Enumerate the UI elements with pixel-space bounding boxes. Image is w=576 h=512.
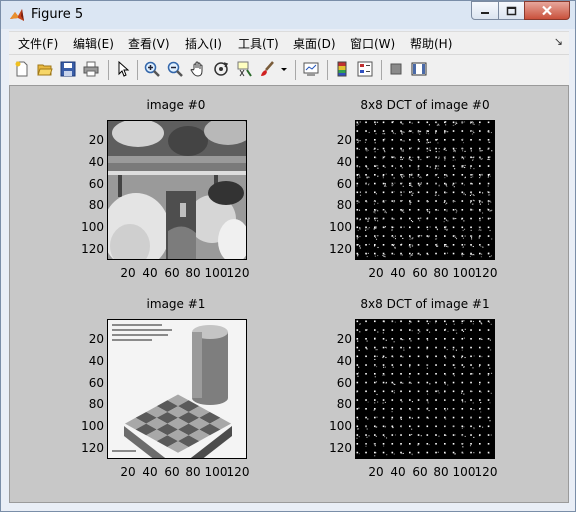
data-cursor-icon[interactable] (235, 60, 253, 78)
x-tick-label: 120 (474, 465, 498, 479)
toolbar (9, 54, 569, 86)
y-tick-label: 120 (329, 242, 352, 256)
x-tick-label: 120 (474, 266, 498, 280)
y-tick-label: 40 (88, 354, 104, 368)
minimize-icon (481, 11, 489, 14)
y-tick-label: 120 (329, 441, 352, 455)
dct-0-plot[interactable] (355, 120, 495, 260)
minimize-button[interactable] (471, 1, 499, 20)
dct-image (356, 320, 493, 457)
x-tick-label: 120 (226, 266, 250, 280)
pointer-icon[interactable] (114, 60, 132, 78)
y-tick-label: 80 (88, 397, 104, 411)
pan-icon[interactable] (189, 60, 207, 78)
image-1-plot[interactable] (107, 319, 247, 459)
axes-title: image #0 (146, 98, 206, 112)
matlab-icon (10, 9, 24, 21)
rotate-3d-icon[interactable] (212, 60, 230, 78)
link-plot-icon[interactable] (302, 60, 320, 78)
colorbar-icon[interactable] (333, 60, 351, 78)
show-plot-tools-icon[interactable] (410, 60, 428, 78)
axes-title: 8x8 DCT of image #0 (360, 98, 490, 112)
dct-1-plot[interactable] (355, 319, 495, 459)
menu-insert[interactable]: 插入(I) (185, 35, 222, 52)
y-tick-label: 60 (88, 376, 104, 390)
y-tick-label: 40 (88, 155, 104, 169)
brush-icon[interactable] (258, 60, 276, 78)
print-icon[interactable] (82, 60, 100, 78)
y-tick-label: 60 (88, 177, 104, 191)
figure-window: Figure 5 文件(F) 编辑(E) 查看(V) 插入(I) 工具(T) 桌… (0, 0, 576, 512)
y-tick-label: 80 (88, 198, 104, 212)
title-bar: Figure 5 (1, 1, 575, 29)
figure-canvas: image #0 20 40 60 80 100 120 20 40 60 80… (9, 85, 569, 503)
y-tick-label: 100 (81, 419, 104, 433)
close-icon (542, 5, 552, 16)
y-tick-label: 20 (88, 133, 104, 147)
axes-title: 8x8 DCT of image #1 (360, 297, 490, 311)
maximize-icon (506, 6, 517, 15)
toolbar-separator (108, 60, 109, 80)
y-tick-label: 40 (336, 354, 352, 368)
menu-edit[interactable]: 编辑(E) (73, 35, 114, 52)
y-tick-label: 60 (336, 177, 352, 191)
menu-window[interactable]: 窗口(W) (350, 35, 395, 52)
menu-bar: 文件(F) 编辑(E) 查看(V) 插入(I) 工具(T) 桌面(D) 窗口(W… (9, 31, 569, 54)
image-0-plot[interactable] (107, 120, 247, 260)
axes-title: image #1 (146, 297, 206, 311)
photo-image (108, 121, 246, 259)
toolbar-separator (295, 60, 296, 80)
y-tick-label: 40 (336, 155, 352, 169)
open-file-icon[interactable] (36, 60, 54, 78)
close-button[interactable] (524, 1, 570, 20)
toolbar-separator (381, 60, 382, 80)
checker-shadow-image (108, 320, 246, 458)
menu-help[interactable]: 帮助(H) (410, 35, 452, 52)
y-tick-label: 120 (81, 441, 104, 455)
hide-plot-tools-icon[interactable] (387, 60, 405, 78)
toolbar-separator (137, 60, 138, 80)
menu-overflow-icon[interactable]: ↘ (554, 35, 563, 48)
y-tick-label: 20 (336, 332, 352, 346)
y-tick-label: 100 (329, 419, 352, 433)
menu-file[interactable]: 文件(F) (18, 35, 58, 52)
y-tick-label: 120 (81, 242, 104, 256)
dct-image (356, 121, 493, 258)
maximize-button[interactable] (498, 1, 525, 20)
new-figure-icon[interactable] (13, 60, 31, 78)
brush-dropdown-icon[interactable] (279, 60, 289, 78)
menu-tools[interactable]: 工具(T) (238, 35, 279, 52)
legend-icon[interactable] (356, 60, 374, 78)
window-title: Figure 5 (31, 7, 84, 22)
y-tick-label: 100 (81, 220, 104, 234)
toolbar-separator (327, 60, 328, 80)
y-tick-label: 60 (336, 376, 352, 390)
zoom-in-icon[interactable] (143, 60, 161, 78)
y-tick-label: 100 (329, 220, 352, 234)
zoom-out-icon[interactable] (166, 60, 184, 78)
menu-view[interactable]: 查看(V) (128, 35, 170, 52)
y-tick-label: 20 (336, 133, 352, 147)
x-tick-label: 120 (226, 465, 250, 479)
y-tick-label: 20 (88, 332, 104, 346)
save-icon[interactable] (59, 60, 77, 78)
menu-desktop[interactable]: 桌面(D) (293, 35, 336, 52)
y-tick-label: 80 (336, 397, 352, 411)
y-tick-label: 80 (336, 198, 352, 212)
